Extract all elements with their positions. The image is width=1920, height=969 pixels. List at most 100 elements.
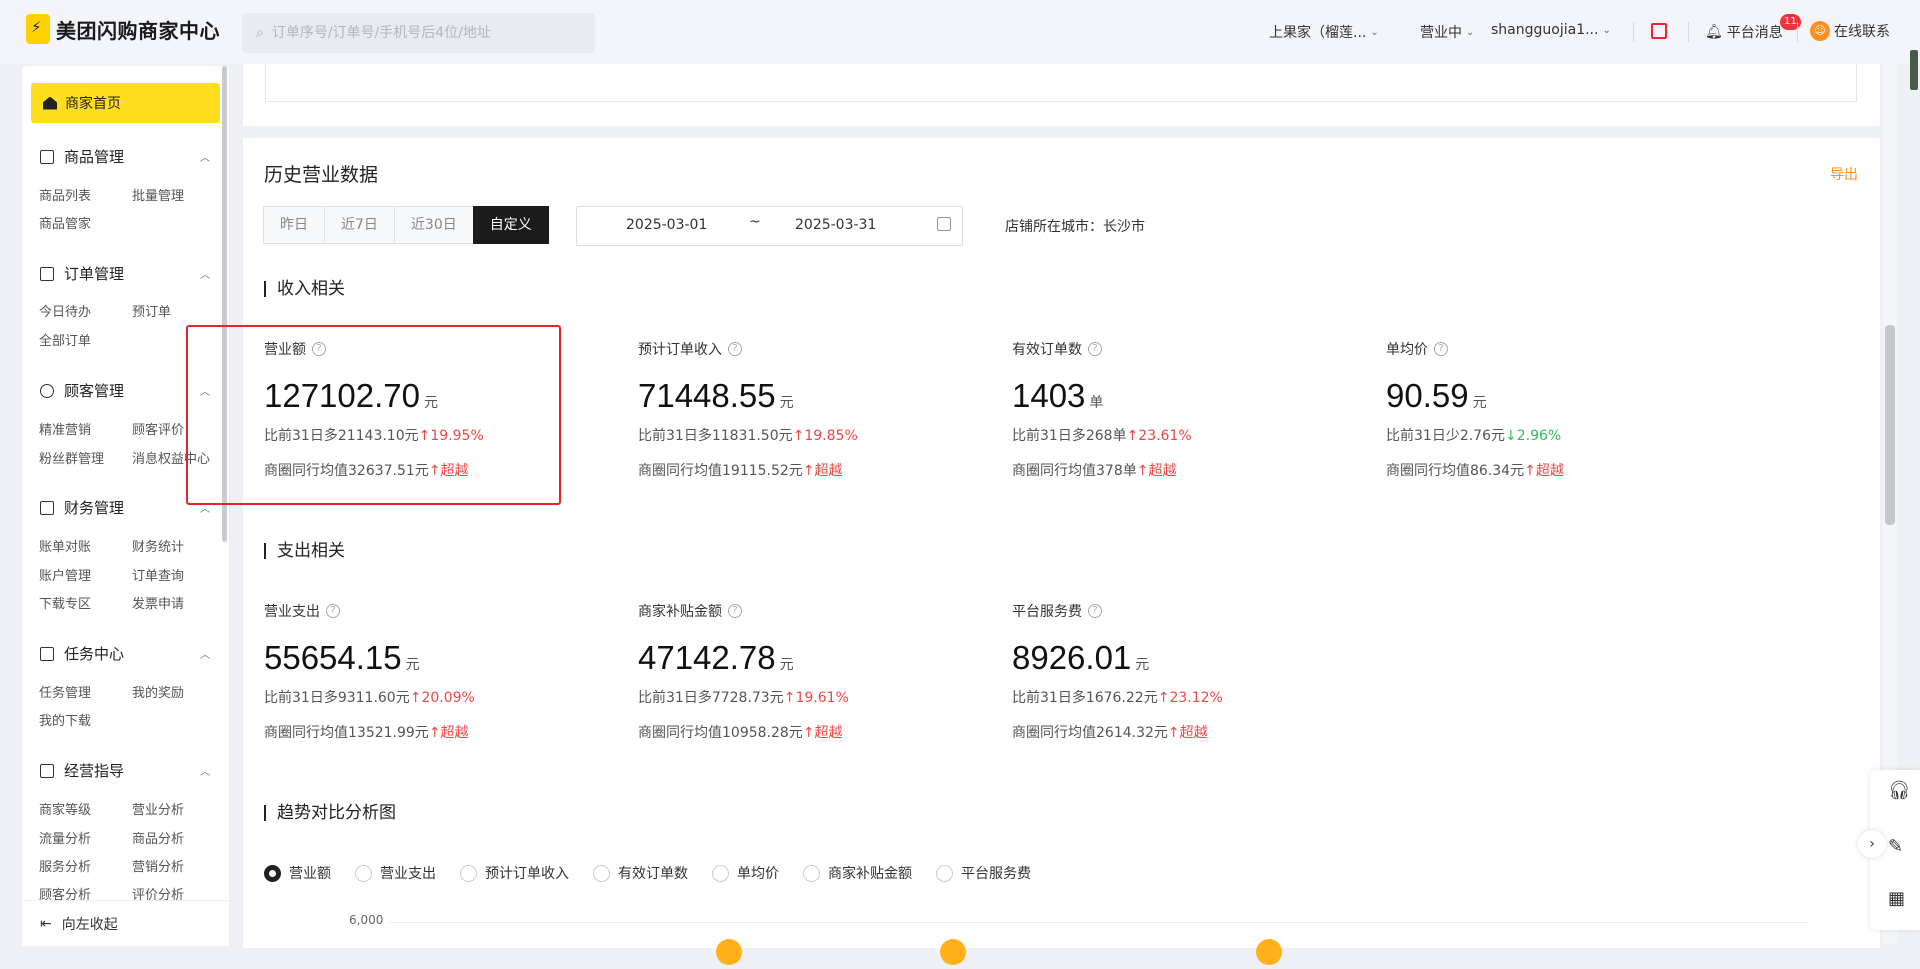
sidebar-item-service-analysis[interactable]: 服务分析 (39, 856, 91, 875)
sidebar-item-preorder[interactable]: 预订单 (132, 301, 171, 320)
radio-business-expense[interactable]: 营业支出 (355, 863, 436, 883)
help-icon[interactable]: ? (1088, 342, 1102, 356)
radio-expected-order-income[interactable]: 预计订单收入 (460, 863, 569, 883)
calendar-icon (937, 217, 951, 231)
search-box[interactable]: ⌕ (242, 13, 595, 53)
chevron-down-icon: ⌄ (1602, 24, 1611, 36)
collapse-sidebar-button[interactable]: ⇤ 向左收起 (22, 900, 229, 946)
radio-label: 商家补贴金额 (828, 866, 912, 882)
sidebar-item-precise-marketing[interactable]: 精准营销 (39, 419, 91, 438)
sidebar-item-downloads[interactable]: 下载专区 (39, 593, 91, 612)
headset-icon[interactable]: 🎧︎ (1888, 780, 1911, 801)
radio-label: 平台服务费 (961, 866, 1031, 882)
sidebar-item-reviews[interactable]: 顾客评价 (132, 419, 184, 438)
metric-value: 1403 (1012, 377, 1086, 414)
search-icon: ⌕ (256, 25, 264, 41)
radio-checked-icon (264, 864, 281, 882)
store-icon[interactable] (1651, 23, 1667, 39)
search-input[interactable] (271, 25, 572, 41)
chart-point[interactable] (1256, 939, 1282, 965)
tab-last-30-days[interactable]: 近30日 (393, 206, 474, 244)
sidebar-item-product-butler[interactable]: 商品管家 (39, 213, 91, 232)
sidebar-section-finance[interactable]: 财务管理 ︿ (40, 497, 210, 518)
metric-label: 有效订单数 (1012, 342, 1082, 358)
metric-change: 23.12% (1169, 690, 1223, 706)
sidebar-item-bill-reconcile[interactable]: 账单对账 (39, 536, 91, 555)
business-status-selector[interactable]: 营业中 ⌄ (1420, 22, 1474, 42)
metric-change: 23.61% (1138, 428, 1192, 444)
help-icon[interactable]: ? (728, 342, 742, 356)
date-range-picker[interactable]: 2025-03-01 ~ 2025-03-31 (576, 206, 963, 246)
help-icon[interactable]: ? (326, 604, 340, 618)
divider (1797, 22, 1798, 42)
chart-point[interactable] (716, 939, 742, 965)
date-separator: ~ (749, 214, 761, 230)
arrow-down-icon: ↓ (1505, 428, 1517, 444)
sidebar-item-finance-stats[interactable]: 财务统计 (132, 536, 184, 555)
sidebar-section-products[interactable]: 商品管理 ︿ (40, 146, 210, 167)
logo[interactable]: 美团闪购商家中心 (26, 14, 220, 44)
tab-last-7-days[interactable]: 近7日 (324, 206, 395, 244)
radio-merchant-subsidy[interactable]: 商家补贴金额 (803, 863, 912, 883)
sidebar-item-batch-manage[interactable]: 批量管理 (132, 185, 184, 204)
sidebar-item-today-todo[interactable]: 今日待办 (39, 301, 91, 320)
page-title: 历史营业数据 (264, 164, 379, 186)
store-selector[interactable]: 上果家（榴莲... ⌄ (1269, 22, 1379, 42)
sidebar-item-fan-groups[interactable]: 粉丝群管理 (39, 448, 104, 467)
metric-unit: 元 (1135, 656, 1150, 672)
expand-toolbar-button[interactable]: › (1858, 830, 1886, 858)
sidebar-section-customers[interactable]: 顾客管理 ︿ (40, 380, 210, 401)
sidebar-item-merchant-level[interactable]: 商家等级 (39, 799, 91, 818)
sidebar-item-my-downloads[interactable]: 我的下载 (39, 710, 91, 729)
account-selector[interactable]: shangguojia1... ⌄ (1491, 22, 1611, 38)
edit-icon[interactable]: ✎ (1888, 836, 1903, 857)
metric-change: 19.85% (804, 428, 858, 444)
sidebar-item-task-manage[interactable]: 任务管理 (39, 682, 91, 701)
chart-point[interactable] (940, 939, 966, 965)
sidebar-item-product-list[interactable]: 商品列表 (39, 185, 91, 204)
sidebar-item-home[interactable]: 商家首页 (31, 83, 220, 123)
metric-unit: 元 (405, 656, 420, 672)
metric-expected-order-income: 预计订单收入? 71448.55 元 比前31日多11831.50元↑19.85%… (638, 339, 978, 480)
help-icon[interactable]: ? (728, 604, 742, 618)
sidebar-item-order-query[interactable]: 订单查询 (132, 565, 184, 584)
sidebar-item-invoice[interactable]: 发票申请 (132, 593, 184, 612)
radio-label: 单均价 (737, 866, 779, 882)
sidebar-item-marketing-analysis[interactable]: 营销分析 (132, 856, 184, 875)
history-data-card: 历史营业数据 导出 昨日 近7日 近30日 自定义 2025-03-01 ~ 2… (243, 138, 1880, 965)
help-icon[interactable]: ? (1434, 342, 1448, 356)
order-icon (40, 266, 54, 281)
sidebar-item-my-rewards[interactable]: 我的奖励 (132, 682, 184, 701)
sidebar-item-all-orders[interactable]: 全部订单 (39, 330, 91, 349)
metric-value: 8926.01 (1012, 639, 1132, 676)
sidebar-section-orders[interactable]: 订单管理 ︿ (40, 263, 210, 284)
grid-icon[interactable]: ▦ (1888, 888, 1905, 909)
sidebar-item-business-analysis[interactable]: 营业分析 (132, 799, 184, 818)
radio-revenue[interactable]: 营业额 (264, 863, 331, 883)
metric-compare: 比前31日少2.76元 (1386, 428, 1505, 444)
export-button[interactable]: 导出 (1830, 164, 1858, 184)
radio-avg-order-price[interactable]: 单均价 (712, 863, 779, 883)
metric-compare: 比前31日多268单 (1012, 428, 1127, 444)
tab-custom[interactable]: 自定义 (472, 206, 549, 244)
expense-section-title: 支出相关 (264, 543, 345, 560)
metric-unit: 元 (779, 656, 794, 672)
platform-messages[interactable]: 🔔︎ 平台消息 (1705, 22, 1783, 42)
metric-platform-fee: 平台服务费? 8926.01 元 比前31日多1676.22元↑23.12% 商圈… (1012, 601, 1352, 742)
sidebar-item-account-manage[interactable]: 账户管理 (39, 565, 91, 584)
help-icon[interactable]: ? (1088, 604, 1102, 618)
sidebar-section-guidance[interactable]: 经营指导 ︿ (40, 760, 210, 781)
main-scrollbar-thumb[interactable] (1885, 325, 1895, 525)
radio-unchecked-icon (712, 864, 729, 882)
sidebar-item-product-analysis[interactable]: 商品分析 (132, 828, 184, 847)
corner-widget[interactable] (1910, 50, 1918, 90)
online-service-button[interactable]: ☺ 在线联系 (1810, 21, 1890, 41)
radio-valid-orders[interactable]: 有效订单数 (593, 863, 688, 883)
radio-platform-fee[interactable]: 平台服务费 (936, 863, 1031, 883)
metric-label: 商家补贴金额 (638, 604, 722, 620)
sidebar-item-traffic-analysis[interactable]: 流量分析 (39, 828, 91, 847)
sidebar-section-tasks[interactable]: 任务中心 ︿ (40, 643, 210, 664)
tab-yesterday[interactable]: 昨日 (263, 206, 325, 244)
date-end: 2025-03-31 (795, 217, 877, 233)
metric-compare: 比前31日多11831.50元 (638, 428, 793, 444)
